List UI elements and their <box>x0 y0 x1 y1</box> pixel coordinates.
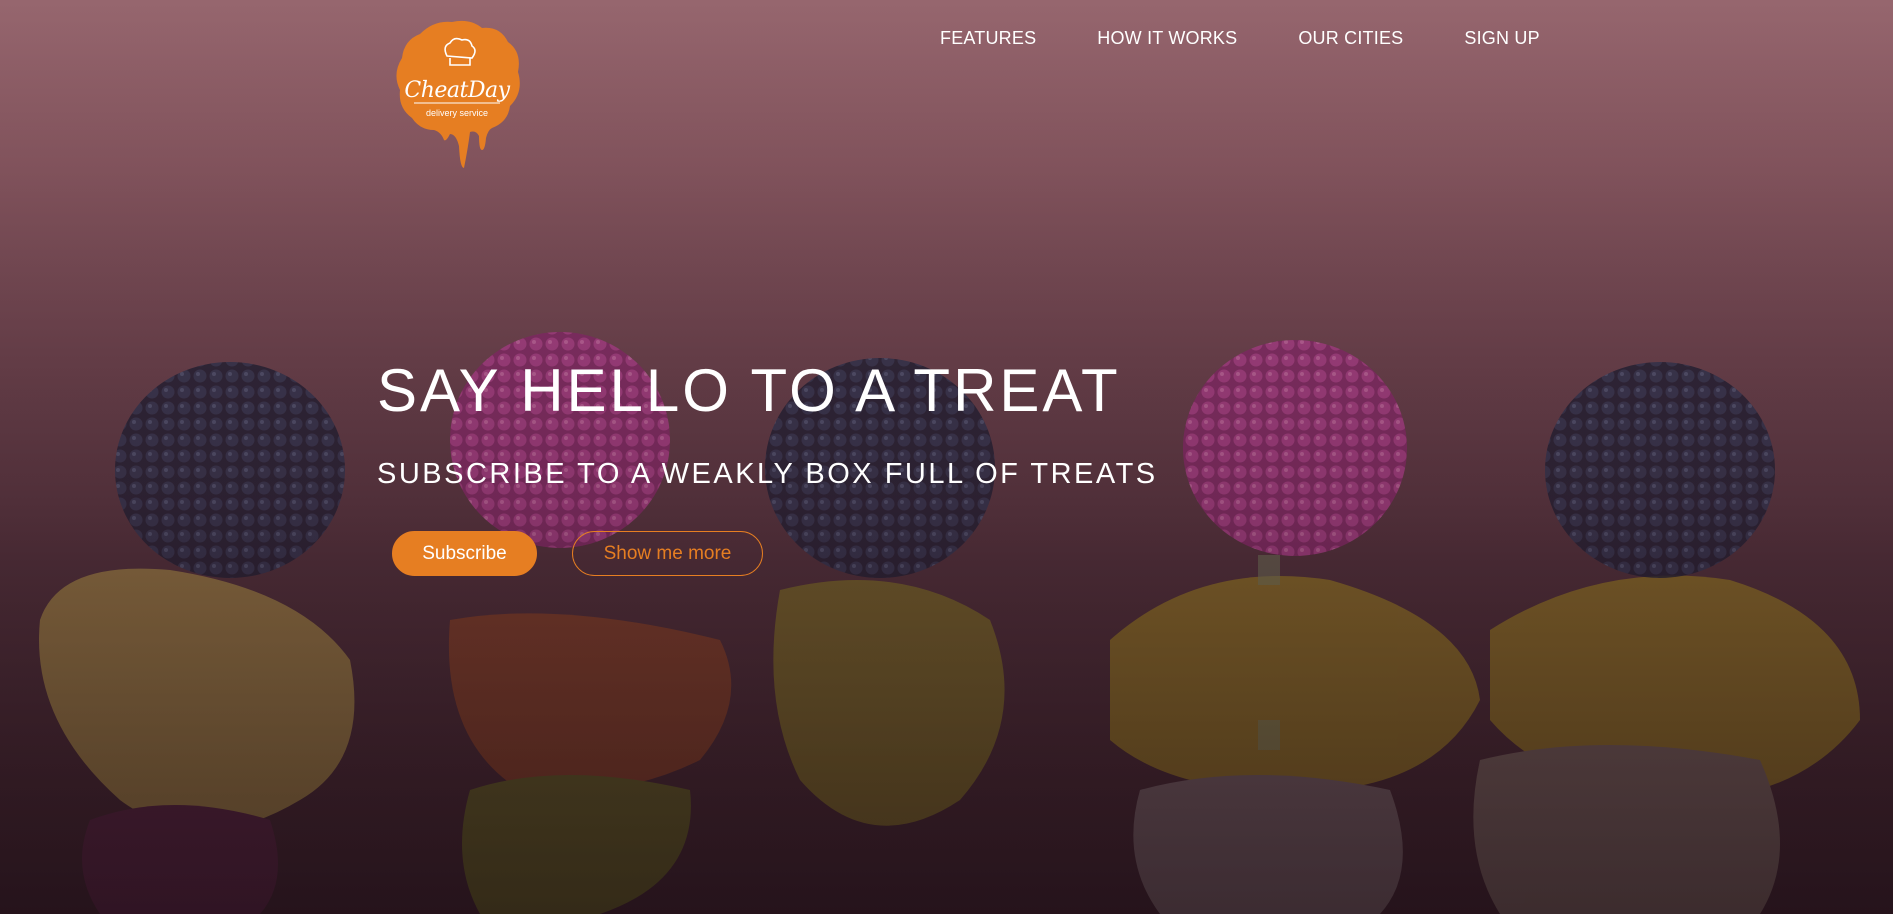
hero-background-image <box>39 332 1860 914</box>
nav-link-sign-up[interactable]: SIGN UP <box>1464 28 1539 49</box>
hero-subtitle: SUBSCRIBE TO A WEAKLY BOX FULL OF TREATS <box>377 458 1158 490</box>
nav-link-features[interactable]: FEATURES <box>940 28 1036 49</box>
hero-section: CheatDay delivery service FEATURES HOW I… <box>0 0 1893 914</box>
nav-link-our-cities[interactable]: OUR CITIES <box>1298 28 1403 49</box>
main-navigation: FEATURES HOW IT WORKS OUR CITIES SIGN UP <box>940 28 1540 49</box>
nav-link-how-it-works[interactable]: HOW IT WORKS <box>1097 28 1237 49</box>
show-me-more-button[interactable]: Show me more <box>572 531 763 576</box>
logo-tagline: delivery service <box>425 108 489 118</box>
cheatday-logo[interactable]: CheatDay delivery service <box>392 18 522 168</box>
logo-wordmark: CheatDay <box>404 78 510 103</box>
hero-title: SAY HELLO TO A TREAT <box>377 357 1121 424</box>
subscribe-button[interactable]: Subscribe <box>392 531 537 576</box>
